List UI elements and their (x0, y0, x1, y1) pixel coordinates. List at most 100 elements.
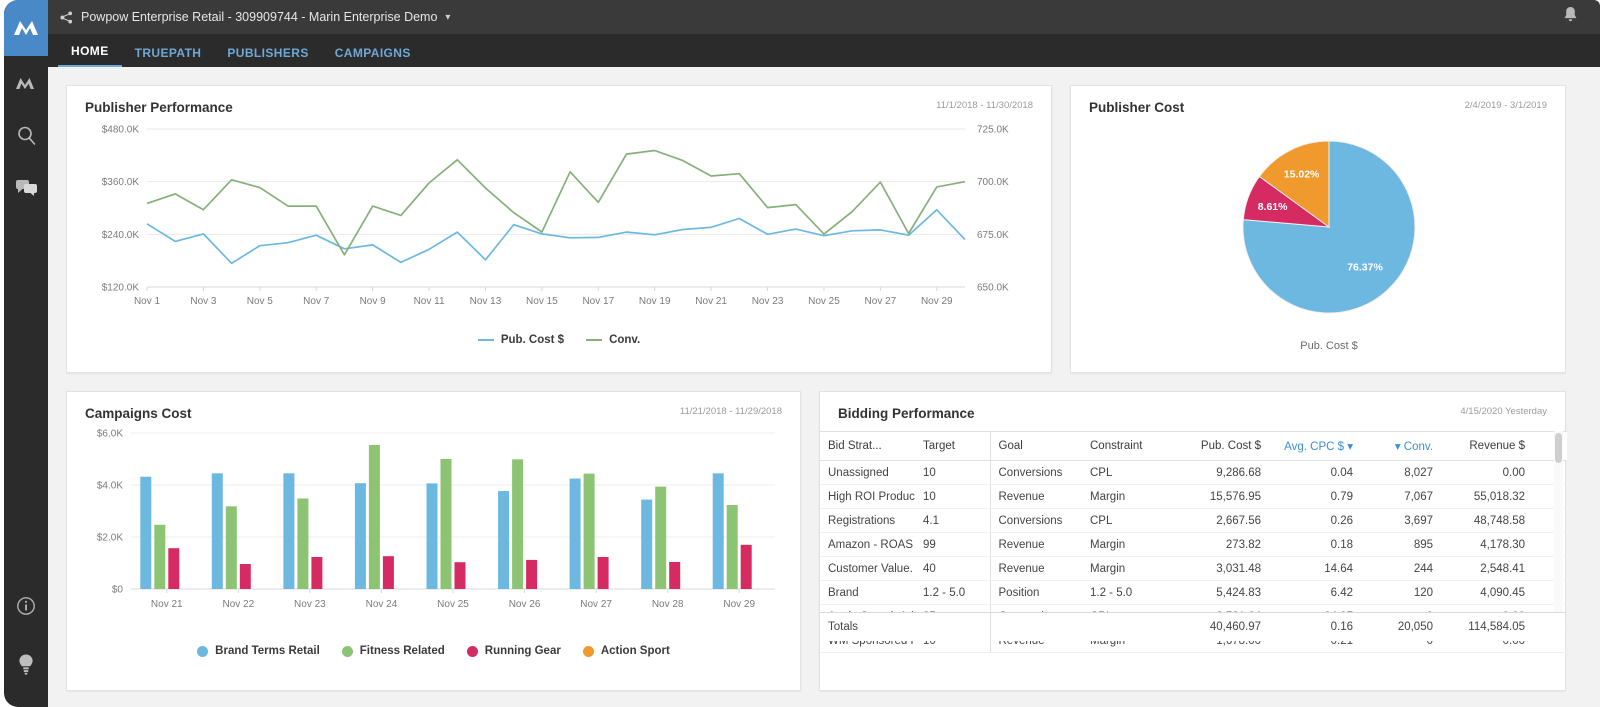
table-cell: 0.18 (1269, 532, 1361, 557)
sidebar-item-search[interactable] (4, 118, 48, 152)
table-col-header-avg-cpc[interactable]: Avg. CPC $ ▾ (1269, 431, 1361, 461)
nav-item-truepath[interactable]: TRUEPATH (122, 46, 215, 67)
table-col-header-constraint[interactable]: Constraint (1082, 431, 1174, 461)
table-header-row: Bid Strat... Target Goal Constraint Pub. Cos… (820, 431, 1567, 461)
publisher-cost-pie-chart[interactable]: 76.37% 8.61% 15.02% Pub. Cost $ (1089, 115, 1549, 365)
table-cell: 4,090.45 (1441, 580, 1533, 605)
table-cell: Margin (1082, 532, 1174, 557)
app-root: Powpow Enterprise Retail - 309909744 - M… (0, 0, 1600, 707)
table-row[interactable]: Amazon - ROAS 99 Revenue Margin 273.82 0.18 89… (820, 532, 1567, 557)
legend-item-pub-cost[interactable]: Pub. Cost $ (477, 334, 564, 346)
table-cell: 3,031.48 (1174, 556, 1269, 581)
table-cell: CPL (1082, 460, 1174, 485)
table-cell: Revenue (989, 532, 1082, 557)
table-totals-row: Totals 40,460.97 0.16 20,050 114,584.05 (820, 612, 1565, 641)
card-campaigns-cost: Campaigns Cost 11/21/2018 - 11/29/2018 $… (66, 391, 801, 691)
table-cell: Position (989, 580, 1082, 605)
date-range-label: 11/1/2018 - 11/30/2018 (936, 100, 1033, 111)
share-icon (60, 11, 73, 23)
table-row[interactable]: Brand 1.2 - 5.0 Position 1.2 - 5.0 5,424.83 6… (820, 580, 1567, 605)
nav-item-campaigns[interactable]: CAMPAIGNS (322, 46, 424, 67)
totals-cell: 40,460.97 (1209, 621, 1261, 633)
legend-swatch (582, 645, 594, 657)
svg-text:$480.0K: $480.0K (102, 125, 140, 136)
totals-cell: 114,584.05 (1468, 621, 1525, 633)
table-cell: 14.64 (1269, 556, 1361, 581)
table-cell: 0.79 (1269, 484, 1361, 509)
rail-icon-list (4, 66, 48, 204)
filter-icon[interactable]: ▾ (1347, 441, 1353, 453)
legend-label: Brand Terms Retail (215, 645, 320, 657)
table-cell: 1.2 - 5.0 (915, 580, 990, 605)
sort-desc-icon[interactable]: ▾ (1395, 441, 1401, 453)
legend-item-conv[interactable]: Conv. (586, 334, 640, 346)
table-col-header-bid-strat[interactable]: Bid Strat... (820, 431, 915, 461)
legend-item-action-sport[interactable]: Action Sport (582, 645, 670, 657)
svg-text:Nov 7: Nov 7 (303, 296, 330, 307)
table-row[interactable]: High ROI Produc 10 Revenue Margin 15,576.95 0… (820, 484, 1567, 509)
table-row[interactable]: Customer Value. 40 Revenue Margin 3,031.48 14… (820, 556, 1567, 581)
notifications-button[interactable] (1563, 6, 1578, 28)
table-col-header-pub-cost[interactable]: Pub. Cost $ (1174, 431, 1269, 461)
totals-cell (1082, 613, 1174, 641)
table-cell: 273.82 (1174, 532, 1269, 557)
totals-row: Totals 40,460.97 0.16 20,050 114,584.05 (820, 613, 1567, 641)
table-cell: 48,748.58 (1441, 508, 1533, 533)
table-cell: Brand (820, 580, 915, 605)
sidebar-item-tips[interactable] (4, 647, 48, 681)
left-rail (4, 0, 48, 707)
marin-logo[interactable] (4, 0, 48, 56)
campaigns-cost-chart[interactable]: $0 $2.0K $4.0K $6.0K Nov 21 Nov 22 Nov 23 Nov 2… (85, 421, 784, 636)
chat-icon (15, 180, 37, 196)
info-icon (17, 597, 35, 615)
svg-text:8.61%: 8.61% (1258, 201, 1288, 213)
nav-item-home[interactable]: HOME (58, 44, 122, 67)
svg-text:Nov 5: Nov 5 (247, 296, 274, 307)
dashboard-canvas: Publisher Performance 11/1/2018 - 11/30/… (48, 67, 1600, 707)
table-cell: 0.04 (1269, 460, 1361, 485)
table-col-header-revenue[interactable]: Revenue $ (1441, 431, 1533, 461)
table-cell: 55,018.32 (1441, 484, 1533, 509)
card-bidding-performance: Bidding Performance 4/15/2020 Yesterday … (819, 391, 1567, 691)
lightbulb-icon (19, 654, 33, 675)
table-cell: Conversions (989, 508, 1082, 533)
nav-item-publishers[interactable]: PUBLISHERS (214, 46, 321, 67)
publisher-performance-chart[interactable]: $120.0K $240.0K $360.0K $480.0K 650.0K 675.0K… (85, 115, 1035, 325)
table-col-header-target[interactable]: Target (915, 431, 990, 461)
svg-text:76.37%: 76.37% (1347, 261, 1383, 273)
svg-text:Pub. Cost $: Pub. Cost $ (1300, 340, 1357, 352)
svg-text:$0: $0 (112, 585, 124, 596)
table-cell: 9,286.68 (1174, 460, 1269, 485)
totals-cell: 20,050 (1397, 621, 1433, 633)
date-range-label: 11/21/2018 - 11/29/2018 (679, 406, 782, 417)
svg-text:675.0K: 675.0K (977, 230, 1009, 241)
sidebar-item-chat[interactable] (4, 170, 48, 204)
legend-item-running-gear[interactable]: Running Gear (466, 645, 561, 657)
legend-item-brand-terms-retail[interactable]: Brand Terms Retail (197, 645, 320, 657)
legend-item-fitness-related[interactable]: Fitness Related (341, 645, 445, 657)
table-cell: Unassigned (820, 460, 915, 485)
table-cell: Margin (1082, 484, 1174, 509)
svg-text:$240.0K: $240.0K (102, 230, 140, 241)
top-bar: Powpow Enterprise Retail - 309909744 - M… (48, 0, 1600, 34)
svg-text:$360.0K: $360.0K (102, 177, 140, 188)
scrollbar-thumb[interactable] (1555, 433, 1562, 463)
table-header: Bid Strat... Target Goal Constraint Pub. Cos… (820, 431, 1567, 461)
sidebar-item-info[interactable] (4, 589, 48, 623)
svg-text:Nov 28: Nov 28 (652, 599, 684, 610)
table-cell: Margin (1082, 556, 1174, 581)
legend-label: Fitness Related (359, 645, 445, 657)
account-selector[interactable]: Powpow Enterprise Retail - 309909744 - M… (60, 10, 450, 24)
table-cell: 2,667.56 (1174, 508, 1269, 533)
table-col-header-goal[interactable]: Goal (989, 431, 1082, 461)
svg-text:Nov 13: Nov 13 (470, 296, 502, 307)
table-vertical-scrollbar[interactable] (1554, 431, 1563, 627)
campaigns-cost-legend: Brand Terms Retail Fitness Related Running… (85, 645, 782, 657)
sidebar-item-analytics[interactable] (4, 66, 48, 100)
totals-cell: Totals (828, 621, 859, 633)
table-row[interactable]: Registrations 4.1 Conversions CPL 2,667.56 0.… (820, 508, 1567, 533)
svg-text:Nov 1: Nov 1 (134, 296, 161, 307)
table-row[interactable]: Unassigned 10 Conversions CPL 9,286.68 0.04 8,… (820, 460, 1567, 485)
table-cell: Revenue (989, 484, 1082, 509)
table-col-header-conv[interactable]: ▾ Conv. (1361, 431, 1441, 461)
